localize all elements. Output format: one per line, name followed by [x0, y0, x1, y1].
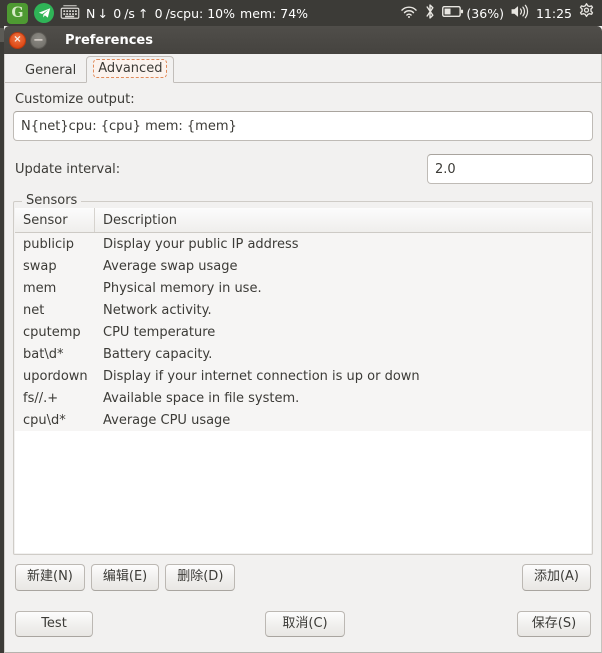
cell-description: Display if your internet connection is u… [103, 368, 420, 384]
update-interval-value: 2.0 [435, 161, 456, 177]
net-down-unit: /s [124, 5, 135, 21]
test-button[interactable]: Test [15, 610, 93, 638]
customize-output-input[interactable]: N{net}cpu: {cpu} mem: {mem} [13, 111, 593, 141]
window-titlebar[interactable]: × − Preferences [4, 26, 602, 54]
sensors-group-legend: Sensors [22, 193, 82, 208]
battery-percent-text: (36%) [466, 5, 504, 21]
volume-icon [510, 4, 530, 22]
table-row[interactable]: fs//.+ Available space in file system. [15, 387, 591, 409]
sensor-list-actions: 新建(N) 编辑(E) 删除(D) 添加(A) [13, 564, 593, 591]
wifi-indicator[interactable] [397, 0, 421, 26]
system-monitor-indicator[interactable]: N ↓ 0 /s ↑ 0 /s cpu: 10% mem: 74% [83, 0, 311, 26]
update-interval-input[interactable]: 2.0 [427, 154, 593, 184]
cell-description: CPU temperature [103, 324, 216, 340]
cell-sensor: fs//.+ [23, 390, 59, 406]
cell-description: Battery capacity. [103, 346, 213, 362]
column-header-description[interactable]: Description [95, 208, 591, 232]
sensors-table-empty-area [15, 431, 591, 549]
sensors-table-body: publicip Display your public IP address … [15, 233, 591, 431]
cell-sensor: net [23, 302, 45, 318]
keyboard-indicator[interactable] [57, 0, 83, 26]
clock-indicator[interactable]: 11:25 [533, 0, 575, 26]
cell-sensor: publicip [23, 236, 74, 252]
table-row[interactable]: bat\d* Battery capacity. [15, 343, 591, 365]
mem-usage-text: mem: 74% [240, 5, 309, 21]
sensors-table-header: Sensor Description [15, 208, 591, 233]
customize-output-label: Customize output: [15, 92, 135, 107]
cell-description: Network activity. [103, 302, 212, 318]
advanced-tab-page: Customize output: N{net}cpu: {cpu} mem: … [5, 83, 601, 652]
cell-description: Average CPU usage [103, 412, 231, 428]
tab-advanced-label: Advanced [93, 59, 168, 78]
table-row[interactable]: cputemp CPU temperature [15, 321, 591, 343]
table-row[interactable]: upordown Display if your internet connec… [15, 365, 591, 387]
tab-general-label: General [25, 63, 77, 78]
keyboard-indicator-icon [60, 4, 80, 23]
clock-text: 11:25 [535, 5, 572, 21]
telegram-indicator[interactable] [31, 0, 57, 26]
table-row[interactable]: publicip Display your public IP address [15, 233, 591, 255]
volume-indicator[interactable] [507, 0, 533, 26]
column-header-sensor[interactable]: Sensor [15, 208, 95, 232]
preferences-window: × − Preferences General Advanced Customi… [4, 26, 602, 653]
update-interval-label: Update interval: [15, 161, 121, 177]
system-menu-indicator[interactable] [575, 0, 598, 26]
battery-indicator[interactable]: (36%) [439, 0, 507, 26]
cell-sensor: swap [23, 258, 57, 274]
table-row[interactable]: swap Average swap usage [15, 255, 591, 277]
sensors-groupbox: Sensors Sensor Description publicip Disp… [13, 193, 593, 555]
unity-top-panel: G N ↓ 0 /s ↑ 0 /s cpu: 10% mem: 74% (36%… [0, 0, 602, 26]
net-down-value: 0 [113, 5, 122, 21]
new-sensor-button[interactable]: 新建(N) [15, 564, 85, 591]
cell-description: Average swap usage [103, 258, 238, 274]
minimize-icon[interactable]: − [30, 31, 47, 49]
net-down-arrow-icon: ↓ [97, 5, 109, 21]
wifi-icon [400, 5, 418, 22]
battery-icon [442, 5, 464, 21]
cell-description: Display your public IP address [103, 236, 299, 252]
table-row[interactable]: mem Physical memory in use. [15, 277, 591, 299]
window-title: Preferences [65, 32, 153, 48]
delete-sensor-button[interactable]: 删除(D) [165, 564, 236, 591]
cell-sensor: upordown [23, 368, 88, 384]
edit-sensor-button[interactable]: 编辑(E) [90, 564, 160, 591]
net-up-unit: /s [165, 5, 177, 21]
tab-advanced[interactable]: Advanced [86, 56, 175, 83]
cell-description: Physical memory in use. [103, 280, 262, 296]
window-client-area: General Advanced Customize output: N{net… [4, 54, 602, 653]
gimp-indicator[interactable]: G [4, 0, 31, 26]
cell-sensor: cputemp [23, 324, 81, 340]
cell-sensor: mem [23, 280, 57, 296]
cpu-usage-text: cpu: 10% [176, 5, 236, 21]
table-row[interactable]: cpu\d* Average CPU usage [15, 409, 591, 431]
bluetooth-indicator[interactable] [421, 0, 439, 26]
telegram-icon [34, 3, 54, 23]
bluetooth-icon [424, 3, 436, 23]
cell-sensor: cpu\d* [23, 412, 66, 428]
tab-bar: General Advanced [5, 54, 601, 83]
update-interval-row: Update interval: 2.0 [13, 154, 593, 184]
dialog-action-bar: Test 取消(C) 保存(S) [5, 596, 601, 652]
save-button[interactable]: 保存(S) [517, 610, 591, 638]
net-up-arrow-icon: ↑ [137, 5, 149, 21]
add-sensor-button[interactable]: 添加(A) [521, 564, 591, 591]
net-label: N [86, 5, 96, 21]
close-icon[interactable]: × [9, 31, 26, 49]
customize-output-value: N{net}cpu: {cpu} mem: {mem} [21, 118, 237, 134]
system-menu-gear-icon [578, 3, 595, 23]
cell-description: Available space in file system. [103, 390, 300, 406]
sensors-treeview[interactable]: Sensor Description publicip Display your… [15, 208, 591, 553]
net-up-value: 0 [154, 5, 163, 21]
gimp-logo-icon: G [7, 2, 28, 24]
cancel-button[interactable]: 取消(C) [265, 610, 345, 638]
tab-general[interactable]: General [15, 60, 86, 83]
table-row[interactable]: net Network activity. [15, 299, 591, 321]
cell-sensor: bat\d* [23, 346, 64, 362]
